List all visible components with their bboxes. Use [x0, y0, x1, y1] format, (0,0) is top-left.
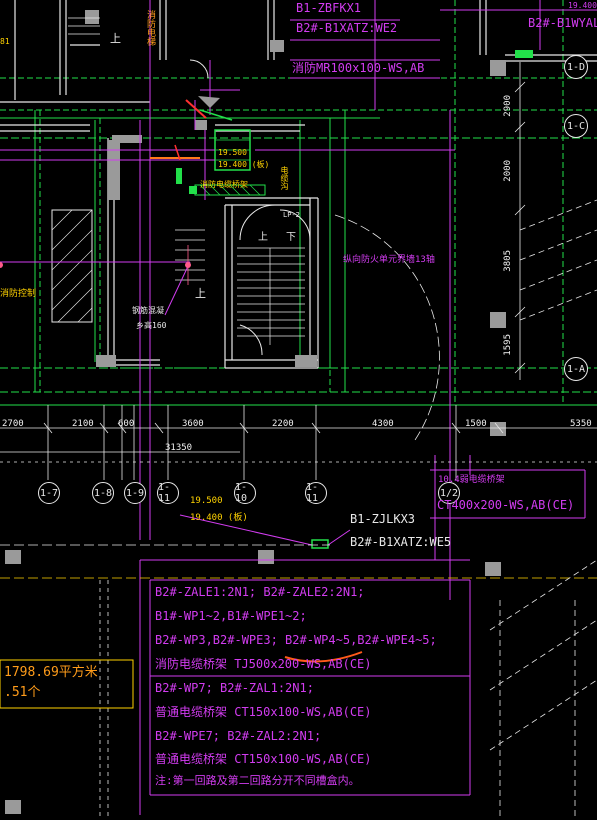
mid-elevation-2: 19.400 (板) — [190, 513, 248, 523]
dim-bottom-2: 2100 — [72, 419, 94, 429]
axis-bubble-1-a: 1-A — [564, 357, 588, 381]
area-count: .51个 — [4, 685, 41, 700]
axis-bubble-1-11-a: 1-11 — [157, 482, 179, 504]
schedule-line-2: B1#-WP1~2,B1#-WPE1~2; — [155, 609, 307, 623]
dim-right-4: 1595 — [503, 334, 513, 356]
mid-elevation-1: 19.500 — [190, 496, 223, 506]
fire-zone-wall-note: 纵向防火单元界墙13轴 — [343, 255, 435, 265]
dim-bottom-1: 2700 — [2, 419, 24, 429]
stair-treads — [68, 17, 305, 345]
schedule-line-7: B2#-WPE7; B2#-ZAL2:2N1; — [155, 729, 322, 743]
dim-bottom-7: 1500 — [465, 419, 487, 429]
right-top-label: B2#-B1WYAL — [528, 16, 597, 30]
fire-elevator-note: 消防电梯 — [145, 10, 155, 46]
axis-bubble-1-11-b: 1-11 — [305, 482, 327, 504]
dim-bottom-6: 4300 — [372, 419, 394, 429]
schedule-note: 注:第一回路及第二回路分开不同槽盒内。 — [155, 774, 360, 787]
left-structure-note-2: 乡高160 — [136, 321, 167, 330]
hatched-shaft — [51, 209, 93, 323]
stair-down-label: 下 — [286, 232, 296, 243]
schedule-line-6: 普通电缆桥架 CT150x100-WS,AB(CE) — [155, 705, 372, 719]
right-cable-tray-title: 10.4弱电缆桥架 — [438, 475, 505, 485]
stair-up-label-2: 上 — [258, 232, 268, 243]
mid-box-label: B1-ZJLKX3 — [350, 512, 416, 526]
axis-bubble-1-c: 1-C — [564, 114, 588, 138]
schedule-line-1: B2#-ZALE1:2N1; B2#-ZALE2:2N1; — [155, 585, 365, 599]
panel-top-sub-label: B2#-B1XATZ:WE2 — [296, 21, 398, 35]
stair-elevation-1: 19.500 — [218, 148, 247, 157]
panel-top-label: B1-ZBFKX1 — [296, 1, 362, 15]
axis-bubble-1-8: 1-8 — [92, 482, 114, 504]
dim-bottom-8: 5350 — [570, 419, 592, 429]
schedule-line-5: B2#-WP7; B2#-ZAL1:2N1; — [155, 681, 314, 695]
fire-cable-tray-note: 消防电缆桥架 — [200, 180, 248, 189]
stair-elevation-2: 19.400 (板) — [218, 160, 270, 169]
axis-bubble-1-10: 1-10 — [234, 482, 256, 504]
right-cable-tray-spec: CT400x200-WS,AB(CE) — [437, 498, 575, 512]
axis-bubble-1-d: 1-D — [564, 55, 588, 79]
stair-up-label-1: 上 — [110, 32, 121, 45]
bottom-dimension-chain — [0, 405, 597, 480]
cad-drawing-canvas — [0, 0, 597, 820]
white-wall-lines — [0, 0, 597, 369]
cable-trench-note: 电缆沟 — [280, 166, 289, 190]
dim-right-3: 3805 — [503, 250, 513, 272]
axis-bubble-1-7: 1-7 — [38, 482, 60, 504]
axis-bubble-1-9: 1-9 — [124, 482, 146, 504]
schedule-line-3: B2#-WP3,B2#-WPE3; B2#-WP4~5,B2#-WPE4~5; — [155, 633, 437, 647]
stair-up-label-3: 上 — [195, 287, 206, 300]
left-structure-note-1: 钢筋混凝 — [132, 306, 164, 315]
dim-right-2: 2000 — [503, 160, 513, 182]
dim-bottom-3: 600 — [118, 419, 135, 429]
dim-bottom-5: 2200 — [272, 419, 294, 429]
dim-bottom-4: 3600 — [182, 419, 204, 429]
left-number-label: 81 — [0, 37, 10, 46]
dim-right-1: 2900 — [503, 95, 513, 117]
dim-total: 31350 — [165, 443, 193, 453]
mid-box-sub-label: B2#-B1XATZ:WE5 — [350, 535, 452, 549]
left-edge-note: 消防控制 — [0, 289, 37, 299]
schedule-line-4: 消防电缆桥架 TJ500x200-WS,AB(CE) — [155, 657, 372, 671]
schedule-line-8: 普通电缆桥架 CT150x100-WS,AB(CE) — [155, 752, 372, 766]
lp-label: LP-2 — [283, 211, 300, 219]
top-cable-tray-label: 消防MR100x100-WS,AB — [292, 61, 425, 75]
area-value: 1798.69平方米 — [4, 665, 98, 680]
right-top-elevation: 19.400 — [568, 1, 597, 10]
